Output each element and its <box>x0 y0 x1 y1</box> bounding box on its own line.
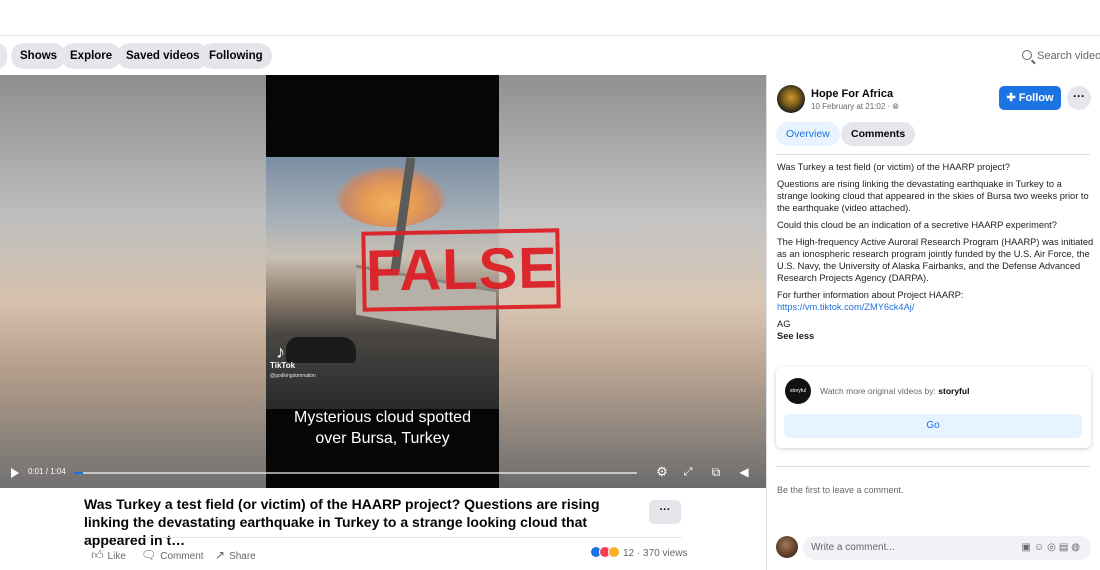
avatar-sticker-icon[interactable]: ◍ <box>1071 542 1083 553</box>
cloud-image <box>336 167 446 227</box>
description-paragraph: Was Turkey a test field (or victim) of t… <box>777 162 1011 172</box>
tiktok-icon: ♪ <box>276 342 285 362</box>
description-paragraph: Could this cloud be an indication of a s… <box>777 220 1057 230</box>
comment-icon: 🗨︎ <box>141 548 157 562</box>
comment-placeholder: Write a comment... <box>811 542 895 553</box>
tab-overview[interactable]: Overview <box>776 122 840 146</box>
description-paragraph: Questions are rising linking the devasta… <box>777 179 1089 213</box>
globe-icon: 🌐︎ <box>892 102 899 111</box>
pip-icon[interactable]: ⧉ <box>708 464 724 480</box>
tab-comments[interactable]: Comments <box>841 122 916 146</box>
page-name[interactable]: Hope For Africa <box>811 88 893 100</box>
search-input[interactable]: Search videos <box>1010 43 1100 69</box>
storyful-card: storyful Watch more original videos by: … <box>776 367 1091 448</box>
post-description: Was Turkey a test field (or victim) of t… <box>777 161 1095 342</box>
video-controls: 0:01 / 1:04 ⚙ ⤢ ⧉ ◀ <box>0 459 766 488</box>
video-time: 0:01 / 1:04 <box>28 467 66 476</box>
share-label: Share <box>229 551 256 562</box>
follow-button[interactable]: ✚ Follow <box>999 86 1061 110</box>
card-prefix: Watch more original videos by: <box>820 386 939 396</box>
share-button[interactable]: ↗ Share <box>215 548 256 562</box>
gif-icon[interactable]: ▤ <box>1059 542 1071 553</box>
follow-label: Follow <box>1018 92 1054 104</box>
tiktok-handle: @godkingdomnation <box>270 373 316 379</box>
signoff: AG <box>777 319 791 329</box>
caption-line-1: Mysterious cloud spotted <box>294 409 471 426</box>
video-player[interactable]: ♪ TikTok @godkingdomnation FALSE Mysteri… <box>0 75 766 488</box>
storyful-logo[interactable]: storyful <box>785 378 811 404</box>
volume-icon[interactable]: ◀ <box>736 464 752 480</box>
go-button[interactable]: Go <box>784 414 1082 438</box>
card-text: Watch more original videos by: storyful <box>820 386 969 396</box>
nav-following[interactable]: Following <box>200 43 272 69</box>
further-info: For further information about Project HA… <box>777 289 1095 313</box>
sad-reaction-icon <box>608 546 620 558</box>
top-bar <box>0 0 1100 36</box>
settings-gear-icon[interactable]: ⚙ <box>654 464 670 480</box>
see-less-link[interactable]: See less <box>777 330 1095 342</box>
post-title: Was Turkey a test field (or victim) of t… <box>84 496 600 548</box>
play-icon[interactable] <box>11 468 19 478</box>
page-avatar[interactable] <box>777 85 805 113</box>
nav-saved-videos[interactable]: Saved videos <box>117 43 209 69</box>
comment-input[interactable]: Write a comment... ▣☺◎▤◍ <box>803 536 1091 560</box>
nav-shows[interactable]: Shows <box>11 43 67 69</box>
follow-icon: ✚ <box>1006 92 1019 104</box>
nav-pill-partial[interactable] <box>0 43 8 69</box>
post-details-panel: Hope For Africa 10 February at 21:02 · 🌐… <box>766 75 1100 570</box>
post-date: 10 February at 21:02 · 🌐︎ <box>811 102 899 112</box>
video-blur-left <box>0 75 266 488</box>
nav-explore[interactable]: Explore <box>61 43 122 69</box>
sticker-icon[interactable]: ▣ <box>1021 542 1033 553</box>
comment-tools: ▣☺◎▤◍ <box>1021 536 1083 560</box>
emoji-icon[interactable]: ☺ <box>1034 542 1047 553</box>
panel-divider <box>776 466 1090 467</box>
reactions-summary[interactable]: 12 · 370 views <box>590 546 687 559</box>
like-button[interactable]: 👍︎ Like <box>91 548 126 563</box>
progress-fill <box>74 472 83 474</box>
further-info-text: For further information about Project HA… <box>777 290 964 300</box>
comment-label: Comment <box>160 551 204 562</box>
share-icon: ↗ <box>215 548 226 562</box>
panel-divider <box>776 154 1090 155</box>
more-options-button[interactable]: ··· <box>649 500 681 524</box>
haarp-link[interactable]: https://vm.tiktok.com/ZMY6ck4Aj/ <box>777 302 914 312</box>
camera-icon[interactable]: ◎ <box>1047 542 1059 553</box>
video-nav-bar: Shows Explore Saved videos Following Sea… <box>0 37 1100 75</box>
search-placeholder: Search videos <box>1037 50 1100 62</box>
caption-line-2: over Bursa, Turkey <box>315 430 450 447</box>
tiktok-watermark: ♪ TikTok @godkingdomnation <box>270 343 316 381</box>
card-brand[interactable]: storyful <box>938 386 969 396</box>
panel-more-button[interactable]: ··· <box>1067 86 1091 110</box>
like-label: Like <box>107 551 126 562</box>
thumbs-up-icon: 👍︎ <box>91 548 104 562</box>
first-comment-prompt: Be the first to leave a comment. <box>777 485 904 495</box>
comment-button[interactable]: 🗨︎ Comment <box>141 548 204 562</box>
fullscreen-icon[interactable]: ⤢ <box>680 464 696 480</box>
divider <box>84 537 682 538</box>
video-caption: Mysterious cloud spotted over Bursa, Tur… <box>266 407 499 449</box>
tiktok-brand: TikTok <box>270 361 296 370</box>
false-stamp: FALSE <box>361 228 561 312</box>
description-paragraph: The High-frequency Active Auroral Resear… <box>777 237 1094 283</box>
progress-bar[interactable] <box>74 472 637 474</box>
reaction-stats: 12 · 370 views <box>623 548 688 559</box>
user-avatar[interactable] <box>776 536 798 558</box>
search-icon <box>1022 50 1032 60</box>
post-date-text: 10 February at 21:02 · <box>811 102 893 111</box>
